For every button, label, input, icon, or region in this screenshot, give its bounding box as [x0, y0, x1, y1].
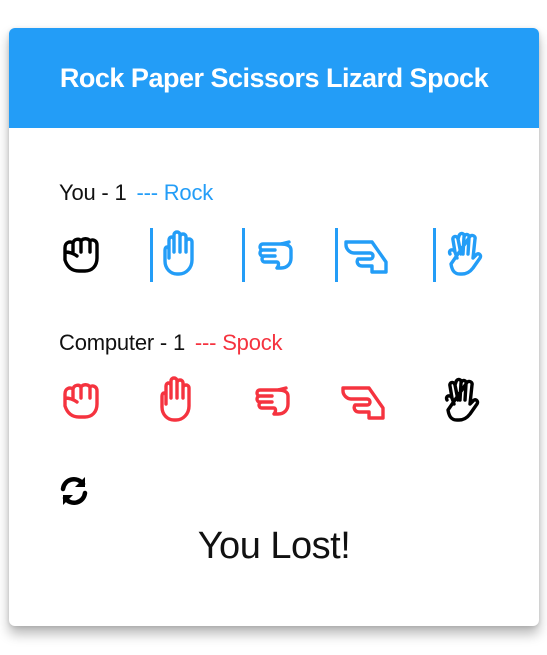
- hand-rock-icon: [63, 383, 99, 419]
- game-header: Rock Paper Scissors Lizard Spock: [9, 28, 539, 128]
- player-score-label: You - 1 --- Rock: [59, 180, 213, 206]
- computer-score-label: Computer - 1 --- Spock: [59, 330, 283, 356]
- hand-spock-icon: [444, 377, 480, 422]
- player-lizard-button[interactable]: [335, 228, 392, 282]
- hand-rock-icon: [63, 237, 99, 273]
- hand-scissors-icon: [258, 240, 293, 270]
- hand-paper-icon: [160, 376, 191, 422]
- result-text: You Lost!: [197, 525, 351, 567]
- game-title: Rock Paper Scissors Lizard Spock: [59, 62, 489, 93]
- hand-lizard-icon: [341, 386, 385, 420]
- computer-score: Computer - 1: [59, 330, 185, 355]
- refresh-icon: [60, 476, 88, 506]
- computer-paper: [150, 374, 204, 428]
- player-spock-button[interactable]: [433, 228, 490, 282]
- hand-scissors-icon: [255, 386, 290, 416]
- player-scissors-button[interactable]: [242, 228, 299, 282]
- computer-choice: --- Spock: [194, 330, 283, 355]
- player-choice: --- Rock: [136, 180, 214, 205]
- computer-scissors: [242, 374, 296, 428]
- computer-spock: [433, 374, 487, 428]
- game-card: Rock Paper Scissors Lizard Spock You - 1…: [9, 28, 539, 626]
- hand-spock-icon: [447, 231, 483, 276]
- hand-paper-icon: [163, 230, 194, 276]
- player-score: You - 1: [59, 180, 127, 205]
- hand-lizard-icon: [344, 240, 388, 274]
- player-paper-button[interactable]: [150, 228, 207, 282]
- computer-rock: [55, 374, 109, 428]
- player-rock-button[interactable]: [55, 228, 109, 282]
- computer-lizard: [335, 374, 389, 428]
- refresh-button[interactable]: [57, 474, 91, 508]
